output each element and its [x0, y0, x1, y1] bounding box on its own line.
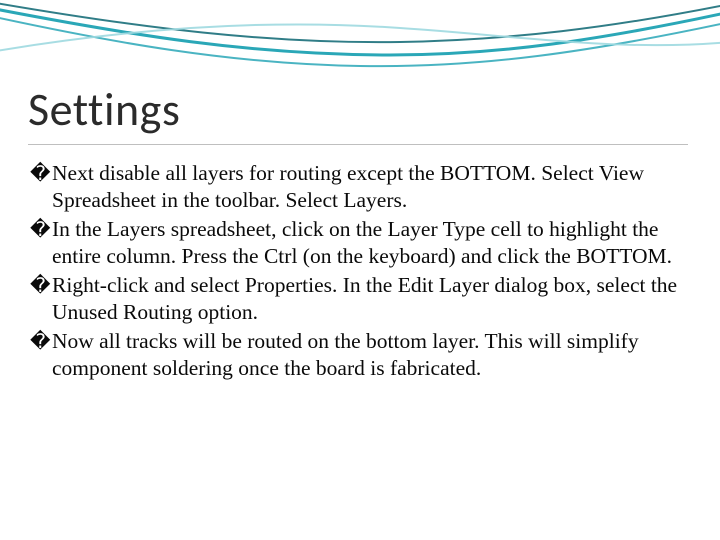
top-swoosh-decoration: [0, 0, 720, 90]
bullet-icon: �: [30, 218, 52, 243]
list-item-text: Now all tracks will be routed on the bot…: [52, 329, 639, 380]
slide-title: Settings: [28, 82, 180, 138]
list-item: �Now all tracks will be routed on the bo…: [30, 328, 686, 382]
list-item-text: Next disable all layers for routing exce…: [52, 161, 644, 212]
title-underline: [28, 144, 688, 145]
bullet-icon: �: [30, 162, 52, 187]
list-item: �Right-click and select Properties. In t…: [30, 272, 686, 326]
bullet-icon: �: [30, 274, 52, 299]
slide: Settings �Next disable all layers for ro…: [0, 0, 720, 540]
list-item-text: In the Layers spreadsheet, click on the …: [52, 217, 672, 268]
list-item-text: Right-click and select Properties. In th…: [52, 273, 677, 324]
list-item: �In the Layers spreadsheet, click on the…: [30, 216, 686, 270]
slide-body: �Next disable all layers for routing exc…: [30, 160, 686, 384]
list-item: �Next disable all layers for routing exc…: [30, 160, 686, 214]
bullet-icon: �: [30, 330, 52, 355]
